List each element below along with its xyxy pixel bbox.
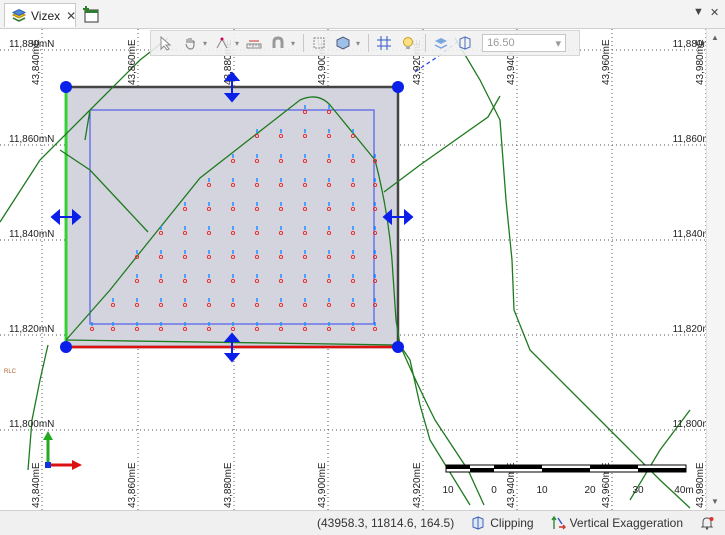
easting-label-bottom: 43,880mE — [223, 462, 234, 508]
view-options-caret[interactable]: ▾ — [356, 39, 360, 48]
easting-label-bottom: 43,980mE — [695, 462, 706, 508]
view-toolbar: ▾ ▾ ▾ ▾ 16.50 ▾ — [150, 30, 580, 56]
scale-label: 30 — [632, 485, 644, 496]
vizex-map-canvas[interactable]: 11,880mN 11,880mN 11,860mN 11,860mN 11,840mN… — [0, 29, 725, 510]
pointer-icon — [160, 35, 172, 51]
highlight-button[interactable] — [397, 33, 419, 53]
window-menu-dropdown-icon[interactable]: ▼ — [693, 6, 704, 18]
status-bar: (43958.3, 11814.6, 164.5) Clipping Verti… — [0, 510, 725, 535]
grid-icon — [377, 36, 392, 50]
scale-label: 40m — [674, 485, 693, 496]
easting-label-top: 43,840mE — [31, 39, 42, 85]
selection-region[interactable] — [64, 85, 400, 349]
lightbulb-icon — [403, 37, 414, 49]
toolbar-separator — [425, 34, 427, 52]
bell-icon — [700, 517, 714, 530]
easting-label-bottom: 43,900mE — [317, 462, 328, 508]
toolbar-separator — [303, 34, 305, 52]
side-label: RLC — [4, 369, 17, 375]
scale-label: 10 — [442, 485, 454, 496]
easting-label-bottom: 43,840mE — [31, 462, 42, 508]
pan-options-caret[interactable]: ▾ — [203, 39, 207, 48]
corner-handle-bottom-left[interactable] — [60, 341, 72, 353]
easting-label-top: 43,960mE — [601, 39, 612, 85]
tab-label: Vizex — [31, 8, 61, 23]
hand-icon — [185, 38, 195, 50]
vertical-exaggeration-icon — [551, 515, 566, 530]
document-tab-bar: Vizex ✕ ▼ ✕ — [0, 0, 725, 29]
ruler-icon — [246, 40, 262, 49]
cube-icon — [336, 36, 350, 50]
vertical-exaggeration-label: Vertical Exaggeration — [569, 516, 683, 530]
view-3d-button[interactable] — [332, 33, 354, 53]
northing-label-left: 11,800mN — [9, 419, 54, 430]
scale-label: 10 — [536, 485, 548, 496]
digitize-icon — [216, 37, 228, 49]
section-width-select[interactable]: 16.50 ▾ — [482, 34, 567, 52]
cursor-coordinates: (43958.3, 11814.6, 164.5) — [317, 516, 455, 530]
scale-label: 0 — [491, 485, 497, 496]
corner-handle-top-right[interactable] — [392, 81, 404, 93]
corner-handle-top-left[interactable] — [60, 81, 72, 93]
measure-button[interactable] — [243, 33, 265, 53]
vertical-exaggeration-button[interactable]: Vertical Exaggeration — [550, 515, 683, 531]
clip-button[interactable] — [454, 33, 476, 53]
tab-vizex[interactable]: Vizex ✕ — [4, 3, 76, 27]
clipping-icon — [459, 36, 471, 50]
northing-label-left: 11,860mN — [9, 134, 54, 145]
section-width-value: 16.50 — [487, 37, 515, 49]
scale-label: 20 — [584, 485, 596, 496]
chevron-down-icon: ▾ — [555, 37, 562, 50]
easting-label-top: 43,860mE — [127, 39, 138, 85]
northing-label-left: 11,840mN — [9, 229, 54, 240]
grid-toggle-button[interactable] — [373, 33, 395, 53]
close-tab-icon[interactable]: ✕ — [66, 9, 76, 23]
corner-handle-bottom-right[interactable] — [392, 341, 404, 353]
section-icon — [313, 37, 325, 49]
northing-label-left: 11,820mN — [9, 324, 54, 335]
map-view[interactable]: 11,880mN 11,880mN11,860mN 11,860mN11,840mN… — [0, 29, 725, 510]
scroll-up-arrow-icon[interactable]: ▲ — [711, 33, 719, 42]
notifications-button[interactable] — [699, 515, 719, 531]
clipping-icon — [472, 516, 484, 530]
vertical-scrollbar[interactable]: ▲ ▼ — [706, 29, 725, 510]
scale-bar: 10 0 10 20 30 40m — [442, 464, 694, 496]
layers-view-button[interactable] — [430, 33, 452, 53]
easting-label-bottom: 43,920mE — [412, 462, 423, 508]
pan-button[interactable] — [179, 33, 201, 53]
selection-box[interactable] — [64, 85, 400, 349]
snap-options-caret[interactable]: ▾ — [291, 39, 295, 48]
layer-stack-icon — [434, 38, 448, 49]
easting-label-top: 43,980mE — [695, 39, 706, 85]
new-tab-icon[interactable] — [82, 5, 102, 25]
window-close-icon[interactable]: ✕ — [710, 6, 719, 19]
axis-triad-icon — [43, 431, 82, 470]
layers-icon — [11, 8, 27, 24]
scroll-down-arrow-icon[interactable]: ▼ — [711, 497, 719, 506]
clipping-label: Clipping — [490, 516, 534, 530]
select-pointer-button[interactable] — [155, 33, 177, 53]
section-button[interactable] — [308, 33, 330, 53]
magnet-icon — [272, 36, 284, 48]
clipping-status-button[interactable]: Clipping — [470, 515, 534, 531]
snap-button[interactable] — [267, 33, 289, 53]
easting-label-bottom: 43,860mE — [127, 462, 138, 508]
toolbar-separator — [368, 34, 370, 52]
digitize-button[interactable] — [211, 33, 233, 53]
digitize-options-caret[interactable]: ▾ — [235, 39, 239, 48]
